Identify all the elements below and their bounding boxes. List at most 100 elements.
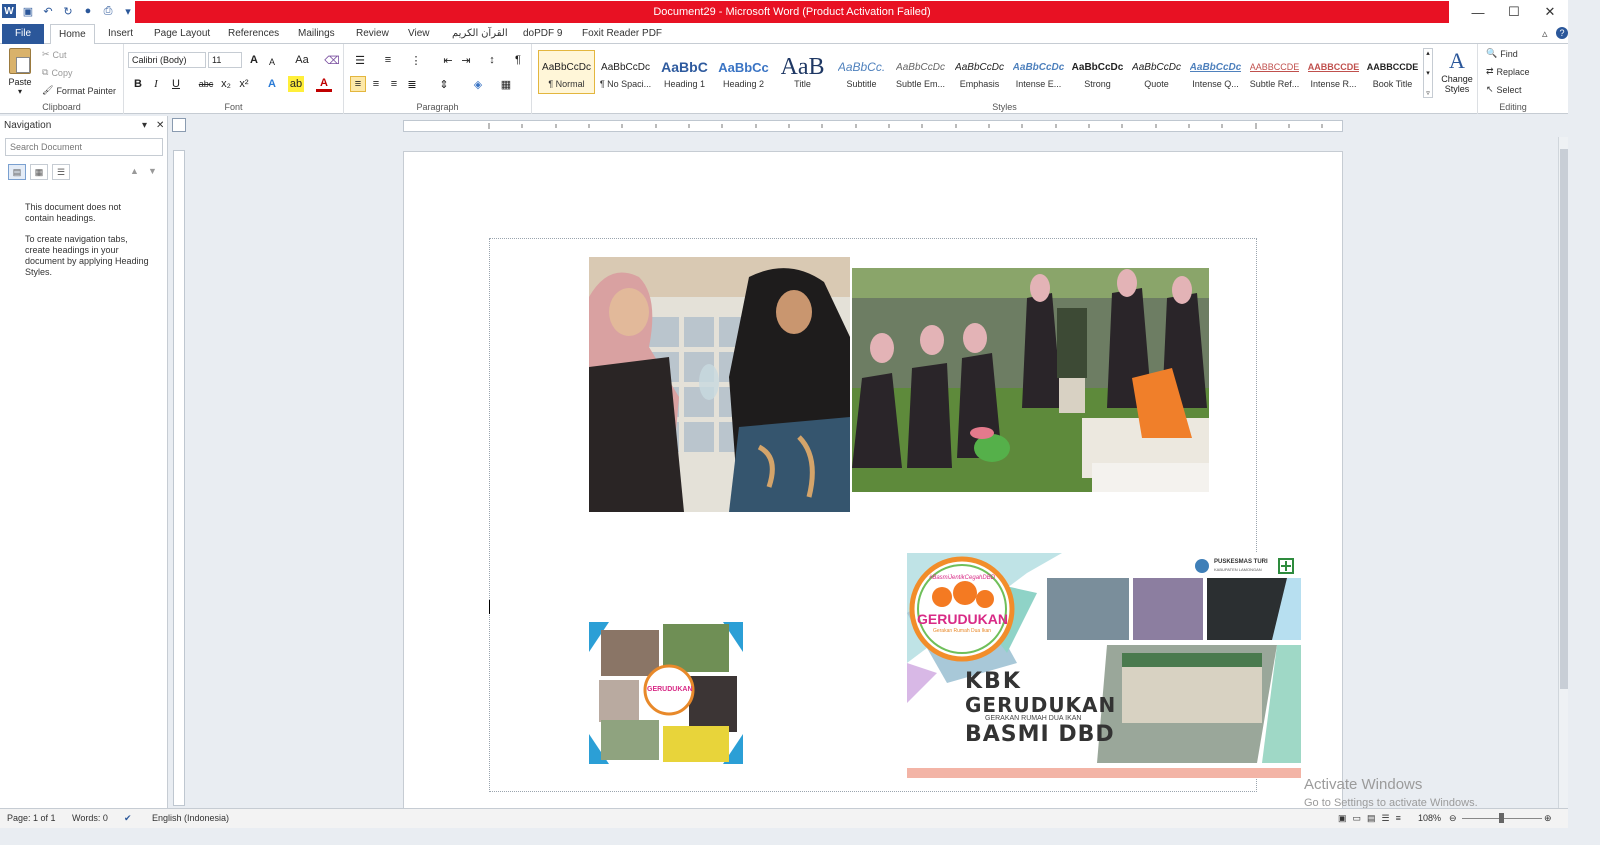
multilevel-list-icon[interactable]: ⋮ (408, 52, 424, 68)
scrollbar-thumb[interactable] (1560, 149, 1568, 689)
vertical-scrollbar[interactable] (1558, 137, 1568, 808)
tab-view[interactable]: View (400, 24, 438, 44)
outline-icon[interactable]: ☰ (1382, 813, 1390, 824)
bold-button[interactable]: B (130, 76, 146, 92)
change-case-button[interactable]: Aa (290, 52, 314, 68)
align-right-icon[interactable]: ≡ (386, 76, 402, 92)
horizontal-ruler[interactable] (403, 120, 1343, 132)
paste-dropdown-icon[interactable]: ▾ (18, 87, 22, 96)
highlight-icon[interactable]: ab (288, 76, 304, 92)
zoom-in-icon[interactable]: ⊕ (1544, 813, 1552, 824)
tab-file[interactable]: File (2, 24, 44, 44)
tab-mailings[interactable]: Mailings (290, 24, 343, 44)
style-tile[interactable]: AABBCCDE Intense R... (1305, 50, 1362, 94)
tab-foxit[interactable]: Foxit Reader PDF (574, 24, 670, 44)
help-icon[interactable]: ? (1556, 27, 1568, 39)
bullets-icon[interactable]: ☰ (352, 52, 368, 68)
select-button[interactable]: ↖ Select (1486, 84, 1522, 95)
style-tile[interactable]: AaBbCcDc Strong (1069, 50, 1126, 94)
web-layout-icon[interactable]: ▤ (1367, 813, 1376, 824)
banner-kbk-gerudukan[interactable]: #BasmiJentikCegahDBD GERUDUKAN Gerakan R… (907, 553, 1301, 778)
customize-qat-icon[interactable]: ▾ (120, 3, 136, 19)
word-count[interactable]: Words: 0 (72, 813, 108, 823)
tab-home[interactable]: Home (50, 24, 95, 45)
nav-menu-icon[interactable]: ▾ (142, 120, 147, 131)
line-spacing-icon[interactable]: ⇕ (436, 76, 452, 92)
tab-insert[interactable]: Insert (100, 24, 141, 44)
replace-button[interactable]: ⇄ Replace (1486, 66, 1530, 77)
style-tile[interactable]: AaBbCcDc Intense E... (1010, 50, 1067, 94)
grow-font-button[interactable]: A (246, 52, 262, 68)
word-app-icon[interactable]: W (2, 4, 16, 18)
change-styles-button[interactable]: A Change Styles (1437, 48, 1477, 94)
results-view-icon[interactable]: ☰ (52, 164, 70, 180)
sort-icon[interactable]: ↕ (484, 52, 500, 68)
tab-quran[interactable]: القرآن الكريم (444, 24, 516, 44)
shading-icon[interactable]: ◈ (470, 76, 486, 92)
vertical-ruler[interactable] (173, 150, 185, 806)
text-effects-icon[interactable]: A (264, 76, 280, 92)
zoom-out-icon[interactable]: ⊖ (1449, 813, 1457, 824)
style-tile[interactable]: AaBbCcDc Subtle Em... (892, 50, 949, 94)
minimize-button[interactable]: — (1460, 0, 1496, 24)
pages-view-icon[interactable]: ▦ (30, 164, 48, 180)
photo-collage[interactable]: GERUDUKAN (589, 622, 743, 764)
superscript-button[interactable]: x² (236, 76, 252, 92)
font-size-select[interactable]: 11 (208, 52, 242, 68)
nav-close-icon[interactable]: ✕ (156, 120, 164, 131)
italic-button[interactable]: I (148, 76, 164, 92)
style-tile[interactable]: AABBCCDE Book Title (1364, 50, 1421, 94)
print-layout-icon[interactable]: ▣ (1338, 813, 1347, 824)
increase-indent-icon[interactable]: ⇥ (458, 52, 474, 68)
style-tile[interactable]: AaBbCcDc Emphasis (951, 50, 1008, 94)
justify-icon[interactable]: ≣ (404, 76, 420, 92)
align-center-icon[interactable]: ≡ (368, 76, 384, 92)
subscript-button[interactable]: x₂ (218, 76, 234, 92)
clear-formatting-icon[interactable]: ⌫ (324, 52, 340, 68)
decrease-indent-icon[interactable]: ⇤ (440, 52, 456, 68)
document-area[interactable]: GERUDUKAN #BasmiJentikCegahDBD GERUDUKAN… (186, 137, 1558, 808)
full-screen-reading-icon[interactable]: ▭ (1353, 813, 1362, 824)
close-button[interactable]: ✕ (1532, 0, 1568, 24)
tab-review[interactable]: Review (348, 24, 397, 44)
tab-page-layout[interactable]: Page Layout (146, 24, 218, 44)
redo-icon[interactable]: ↻ (60, 3, 76, 19)
style-tile[interactable]: AABBCCDE Subtle Ref... (1246, 50, 1303, 94)
style-tile[interactable]: AaBbC Heading 1 (656, 50, 713, 94)
nav-up-icon[interactable]: ▲ (130, 166, 139, 176)
borders-icon[interactable]: ▦ (498, 76, 514, 92)
align-left-icon[interactable]: ≡ (350, 76, 366, 92)
style-tile[interactable]: AaBbCc Heading 2 (715, 50, 772, 94)
zoom-level[interactable]: 108% (1418, 813, 1441, 823)
tab-dopdf[interactable]: doPDF 9 (515, 24, 570, 44)
show-formatting-button[interactable]: ¶ (510, 52, 526, 68)
nav-down-icon[interactable]: ▼ (148, 166, 157, 176)
cut-button[interactable]: ✂ Cut (42, 49, 67, 60)
format-painter-button[interactable]: 🖌 Format Painter (42, 85, 116, 96)
print-preview-icon[interactable]: ⎙ (100, 3, 116, 19)
paste-button[interactable]: Paste ▾ (6, 48, 34, 100)
draft-icon[interactable]: ≡ (1396, 813, 1401, 824)
style-tile[interactable]: AaBbCcDc Quote (1128, 50, 1185, 94)
style-tile[interactable]: AaBbCc. Subtitle (833, 50, 890, 94)
style-tile[interactable]: AaBbCcDc ¶ No Spaci... (597, 50, 654, 94)
photo-group-pond[interactable] (852, 268, 1209, 492)
tab-selector[interactable] (172, 118, 186, 132)
proofing-icon[interactable]: ✔ (124, 813, 132, 824)
shrink-font-button[interactable]: A (264, 54, 280, 70)
maximize-button[interactable]: ☐ (1496, 0, 1532, 24)
font-family-select[interactable]: Calibri (Body) (128, 52, 206, 68)
copy-button[interactable]: ⧉ Copy (42, 67, 72, 78)
search-document-input[interactable]: Search Document (5, 138, 163, 156)
styles-scroll[interactable]: ▴ ▾ ▿ (1423, 48, 1433, 98)
language-indicator[interactable]: English (Indonesia) (152, 813, 229, 823)
underline-button[interactable]: U (168, 76, 184, 92)
font-color-icon[interactable]: A (316, 76, 332, 92)
numbering-icon[interactable]: ≡ (380, 52, 396, 68)
style-tile[interactable]: AaB Title (774, 50, 831, 94)
repeat-icon[interactable]: ● (80, 3, 96, 19)
find-button[interactable]: 🔍 Find (1486, 48, 1518, 59)
undo-icon[interactable]: ↶ (40, 3, 56, 19)
strikethrough-button[interactable]: abc (196, 76, 216, 92)
zoom-slider-thumb[interactable] (1499, 813, 1504, 823)
